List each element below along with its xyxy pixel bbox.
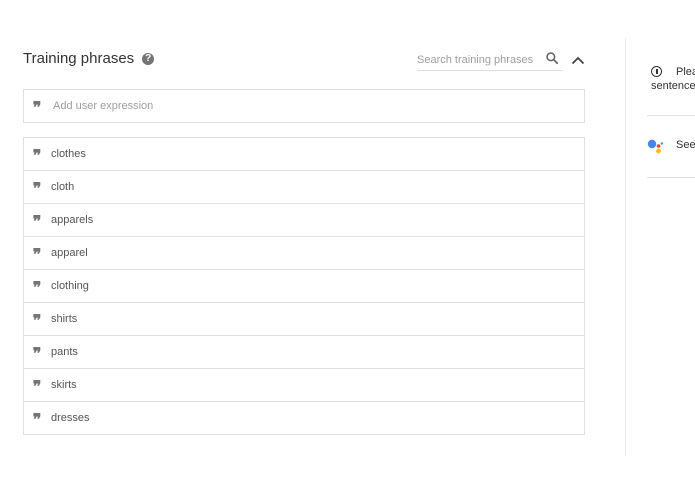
phrase-text[interactable]: cloth <box>51 181 74 193</box>
info-text-line2: sentence. <box>651 80 695 92</box>
info-text-line1: Plea <box>676 66 695 78</box>
quote-icon: ❞ <box>32 344 42 363</box>
phrase-row[interactable]: ❞ cloth <box>24 171 584 204</box>
section-title-text: Training phrases <box>23 50 135 67</box>
add-expression-input[interactable] <box>51 99 584 113</box>
training-phrases-title: Training phrases ? <box>23 50 155 67</box>
search-input[interactable] <box>417 51 535 69</box>
training-phrase-list: ❞ clothes ❞ cloth ❞ apparels ❞ apparel ❞… <box>23 137 585 435</box>
right-divider <box>647 177 695 178</box>
phrase-text[interactable]: pants <box>51 346 78 358</box>
phrase-row[interactable]: ❞ clothes <box>24 138 584 171</box>
phrase-row[interactable]: ❞ dresses <box>24 402 584 435</box>
help-circle-icon[interactable]: ? <box>142 52 155 65</box>
search-icon[interactable] <box>545 51 559 65</box>
quote-icon: ❞ <box>32 179 42 198</box>
chevron-up-icon[interactable] <box>571 55 585 65</box>
phrase-text[interactable]: dresses <box>51 412 90 424</box>
quote-icon: ❞ <box>32 212 42 231</box>
quote-icon: ❞ <box>32 410 42 429</box>
quote-icon: ❞ <box>32 278 42 297</box>
phrase-row[interactable]: ❞ apparels <box>24 204 584 237</box>
panel-divider <box>625 38 626 456</box>
phrase-text[interactable]: shirts <box>51 313 77 325</box>
phrase-row[interactable]: ❞ pants <box>24 336 584 369</box>
phrase-row[interactable]: ❞ shirts <box>24 303 584 336</box>
phrase-text[interactable]: apparel <box>51 247 88 259</box>
assistant-link-text[interactable]: See <box>676 139 695 151</box>
right-divider <box>647 115 695 116</box>
phrase-row[interactable]: ❞ skirts <box>24 369 584 402</box>
phrase-text[interactable]: clothing <box>51 280 89 292</box>
search-training-phrases <box>417 50 563 71</box>
info-icon <box>651 66 662 77</box>
phrase-text[interactable]: apparels <box>51 214 93 226</box>
quote-icon: ❞ <box>32 377 42 396</box>
phrase-row[interactable]: ❞ clothing <box>24 270 584 303</box>
quote-icon: ❞ <box>32 245 42 264</box>
quote-icon: ❞ <box>32 311 42 330</box>
phrase-text[interactable]: skirts <box>51 379 77 391</box>
add-user-expression[interactable]: ❞ <box>23 89 585 123</box>
google-assistant-icon <box>647 139 663 154</box>
quote-icon: ❞ <box>32 98 42 117</box>
phrase-row[interactable]: ❞ apparel <box>24 237 584 270</box>
quote-icon: ❞ <box>32 146 42 165</box>
phrase-text[interactable]: clothes <box>51 148 86 160</box>
